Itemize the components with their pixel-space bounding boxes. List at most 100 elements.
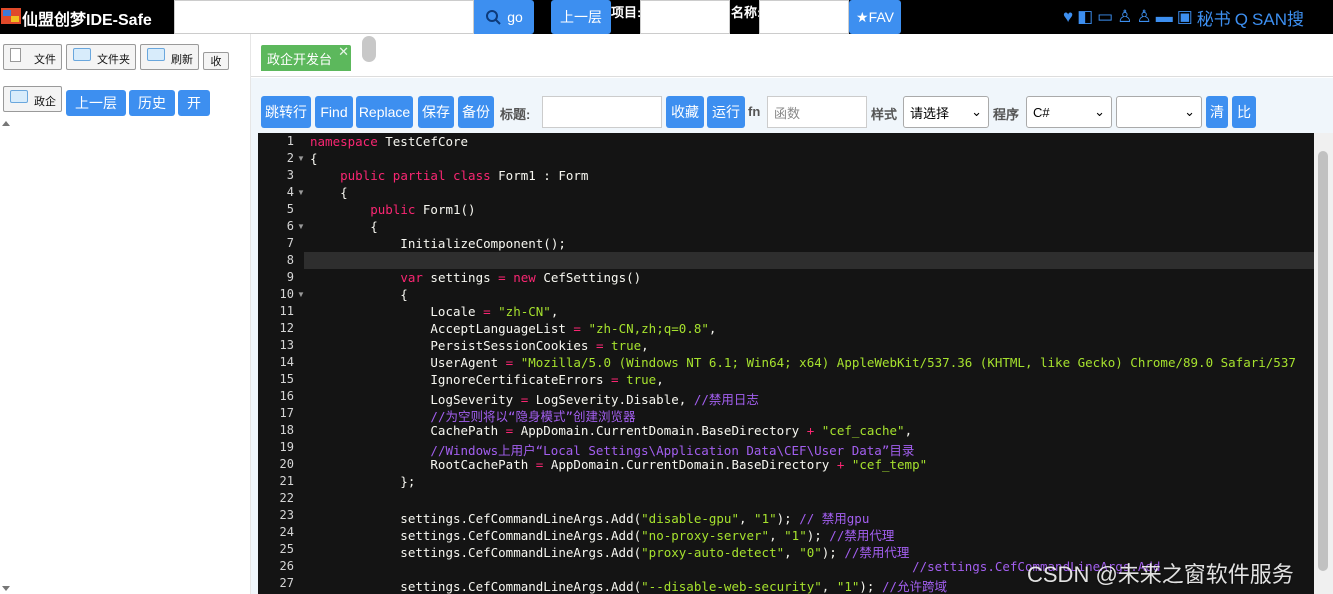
- extra-select[interactable]: ⌄: [1116, 96, 1202, 128]
- line-number: 16: [279, 389, 294, 403]
- tab-scrollbar[interactable]: [362, 36, 376, 62]
- tab-gov-dev[interactable]: 政企开发台 ✕: [261, 44, 351, 71]
- folder-icon: [73, 48, 91, 61]
- search-go-button[interactable]: go: [474, 0, 534, 34]
- backup-button[interactable]: 备份: [458, 96, 494, 128]
- top-bar: 仙盟创梦IDE-Safe go 上一层 项目: 名称: ★FAV ♥ ◧ ▭ ♙…: [0, 0, 1333, 34]
- heart-icon[interactable]: ♥: [1063, 7, 1073, 27]
- code-line: {: [310, 151, 318, 166]
- line-number: 9: [286, 270, 294, 284]
- name-input[interactable]: [759, 0, 849, 34]
- line-number: 3: [286, 168, 294, 182]
- fold-arrow-icon[interactable]: ▼: [297, 154, 305, 163]
- new-folder-label: 文件夹: [97, 53, 130, 66]
- user-icon[interactable]: ♙: [1136, 7, 1151, 27]
- file-explorer-panel: 文件 文件夹 刷新 收 政企 上一层 历史 开: [0, 34, 251, 594]
- line-number: 18: [279, 423, 294, 437]
- top-up-level-button[interactable]: 上一层: [551, 0, 611, 34]
- code-line: public Form1(): [370, 202, 476, 217]
- line-number: 25: [279, 542, 294, 556]
- secretary-link[interactable]: 秘书: [1197, 5, 1231, 30]
- code-line: InitializeComponent();: [310, 236, 566, 251]
- line-number: 24: [279, 525, 294, 539]
- gov-folder-label: 政企: [34, 95, 56, 108]
- code-line: public partial class Form1 : Form: [340, 168, 589, 183]
- san-search-link[interactable]: Q SAN搜: [1235, 5, 1308, 30]
- search-icon: [486, 10, 501, 25]
- code-line: UserAgent = "Mozilla/5.0 (Windows NT 6.1…: [310, 355, 1296, 370]
- line-number: 12: [279, 321, 294, 335]
- editor-toolbar: 跳转行 Find Replace 保存 备份 标题: 收藏 运行 fn 函数 样…: [258, 94, 1318, 130]
- run-button[interactable]: 运行: [707, 96, 745, 128]
- chevron-down-icon: ⌄: [971, 104, 982, 119]
- favorite-button[interactable]: 收藏: [666, 96, 704, 128]
- magnifier-icon: Q: [1234, 9, 1249, 29]
- watermark: CSDN @未来之窗软件服务: [1027, 562, 1294, 587]
- code-line: };: [310, 474, 416, 489]
- find-button[interactable]: Find: [315, 96, 353, 128]
- editor-scrollbar-thumb[interactable]: [1318, 151, 1328, 571]
- left-up-level-button[interactable]: 上一层: [66, 90, 126, 116]
- fold-arrow-icon[interactable]: ▼: [297, 222, 305, 231]
- fold-arrow-icon[interactable]: ▼: [297, 188, 305, 197]
- line-number: 22: [279, 491, 294, 505]
- line-number: 7: [286, 236, 294, 250]
- code-line: CachePath = AppDomain.CurrentDomain.Base…: [310, 423, 913, 438]
- new-file-button[interactable]: 文件: [3, 44, 62, 70]
- global-search-input[interactable]: [174, 0, 474, 34]
- gov-folder-button[interactable]: 政企: [3, 86, 62, 112]
- program-select-value: C#: [1033, 104, 1050, 120]
- file-icon: [10, 48, 21, 62]
- bottom-panel-icon[interactable]: ▭: [1097, 7, 1113, 27]
- folder-icon[interactable]: ▬: [1156, 7, 1173, 27]
- name-label: 名称:: [731, 5, 762, 20]
- code-line: RootCachePath = AppDomain.CurrentDomain.…: [310, 457, 928, 472]
- line-number: 5: [286, 202, 294, 216]
- program-label: 程序: [993, 107, 1020, 122]
- left-scrollbar[interactable]: [0, 120, 12, 594]
- line-number: 19: [279, 440, 294, 454]
- line-number: 21: [279, 474, 294, 488]
- goto-line-button[interactable]: 跳转行: [261, 96, 311, 128]
- code-line: settings.CefCommandLineArgs.Add("--disab…: [310, 579, 948, 594]
- style-select[interactable]: 请选择 ⌄: [903, 96, 989, 128]
- chevron-down-icon: ⌄: [1094, 104, 1105, 119]
- left-panel-icon[interactable]: ◧: [1077, 7, 1093, 27]
- compare-button[interactable]: 比: [1232, 96, 1256, 128]
- save-button[interactable]: 保存: [418, 96, 454, 128]
- editor-scrollbar[interactable]: [1314, 133, 1333, 594]
- line-number: 6: [286, 219, 294, 233]
- code-line: Locale = "zh-CN",: [310, 304, 559, 319]
- close-icon[interactable]: ✕: [338, 44, 349, 60]
- line-number: 13: [279, 338, 294, 352]
- collapse-button[interactable]: 收: [203, 52, 229, 70]
- project-input[interactable]: [640, 0, 730, 34]
- user-tree-icon[interactable]: ♙: [1117, 7, 1132, 27]
- function-input[interactable]: 函数: [767, 96, 867, 128]
- project-label: 项目:: [611, 5, 642, 20]
- code-line: var settings = new CefSettings(): [400, 270, 642, 285]
- fold-arrow-icon[interactable]: ▼: [297, 290, 305, 299]
- tab-label: 政企开发台: [267, 51, 333, 67]
- title-input[interactable]: [542, 96, 662, 128]
- code-line: PersistSessionCookies = true,: [310, 338, 649, 353]
- san-search-label: SAN搜: [1252, 9, 1304, 29]
- line-number: 15: [279, 372, 294, 386]
- clear-button[interactable]: 清: [1206, 96, 1228, 128]
- line-number: 2: [286, 151, 294, 165]
- line-number: 10: [279, 287, 294, 301]
- fav-button[interactable]: ★FAV: [849, 0, 901, 34]
- refresh-button[interactable]: 刷新: [140, 44, 199, 70]
- program-select[interactable]: C# ⌄: [1026, 96, 1112, 128]
- history-button[interactable]: 历史: [129, 90, 175, 116]
- code-line: {: [310, 287, 408, 302]
- replace-button[interactable]: Replace: [356, 96, 413, 128]
- code-editor[interactable]: 1 2 ▼ 3 4 ▼ 5 6 ▼ 7 8 9 10 ▼ 11 12 13 14 15 16 17 18 19 20 21 22 2…: [258, 133, 1314, 594]
- line-number: 27: [279, 576, 294, 590]
- search-go-label: go: [507, 9, 523, 25]
- folder-icon: [147, 48, 165, 61]
- fn-label: fn: [748, 104, 761, 119]
- new-folder-button[interactable]: 文件夹: [66, 44, 136, 70]
- briefcase-icon[interactable]: ▣: [1177, 7, 1193, 27]
- open-button[interactable]: 开: [178, 90, 210, 116]
